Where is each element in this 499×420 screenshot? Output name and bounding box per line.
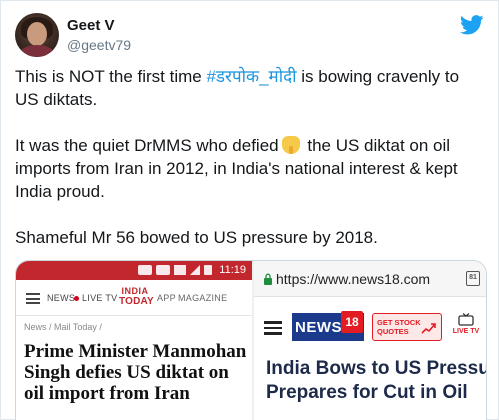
phone-status-bar: 11:19 xyxy=(16,261,252,280)
breadcrumb: News / Mail Today / xyxy=(24,322,102,332)
chart-up-icon xyxy=(421,323,436,334)
status-icons xyxy=(132,265,212,276)
menu-icon xyxy=(26,293,40,304)
live-dot-icon xyxy=(74,296,79,301)
url-text: https://www.news18.com xyxy=(276,271,431,287)
menu-icon xyxy=(264,321,282,335)
tweet-card: Geet V @geetv79 This is NOT the first ti… xyxy=(0,0,499,420)
nav-magazine: MAGAZINE xyxy=(178,293,228,303)
news18-headline: India Bows to US Pressure, Prepares for … xyxy=(266,357,486,405)
india-today-nav: NEWS LIVE TV INDIA TODAY APP MAGAZINE xyxy=(16,280,252,316)
logo-number: 18 xyxy=(341,311,363,333)
tabs-count-icon: 81 xyxy=(466,271,480,286)
nav-news: NEWS xyxy=(47,293,76,303)
notification-icon xyxy=(138,265,152,275)
stock-quotes-button: GET STOCK QUOTES xyxy=(372,313,442,341)
hashtag-link[interactable]: #डरपोक_मोदी xyxy=(206,67,296,86)
news18-nav: NEWS 18 GET STOCK QUOTES LIVE TV xyxy=(254,307,486,347)
battery-icon xyxy=(204,265,212,275)
status-time: 11:19 xyxy=(219,264,246,276)
india-today-headline: Prime Minister Manmohan Singh defies US … xyxy=(24,341,247,404)
logo-text: NEWS xyxy=(295,319,342,336)
tweet-paragraph-1: This is NOT the first time #डरपोक_मोदी i… xyxy=(15,65,487,111)
tweet-text-segment: This is NOT the first time xyxy=(15,67,207,86)
logo-line-1: INDIA xyxy=(121,286,149,296)
twitter-bird-icon[interactable] xyxy=(460,15,484,35)
signal-icon xyxy=(190,265,200,275)
tweet-paragraph-2: It was the quiet DrMMS who defied the US… xyxy=(15,134,487,203)
live-tv-link: LIVE TV xyxy=(450,313,482,343)
stock-quotes-label: GET STOCK QUOTES xyxy=(377,318,421,336)
tweet-paragraph-3: Shameful Mr 56 bowed to US pressure by 2… xyxy=(15,228,378,247)
tweet-media[interactable]: 11:19 NEWS LIVE TV INDIA TODAY APP MAGAZ… xyxy=(15,260,487,420)
logo-line-2: TODAY xyxy=(119,296,154,307)
tweet-body: This is NOT the first time #डरपोक_मोदी i… xyxy=(15,65,487,249)
user-avatar[interactable] xyxy=(15,13,59,57)
live-tv-label: LIVE TV xyxy=(452,328,480,335)
nav-live-tv: LIVE TV xyxy=(82,293,118,303)
user-display-name[interactable]: Geet V xyxy=(67,17,115,34)
backhand-index-pointing-down-icon xyxy=(281,136,300,154)
avatar-shoulders xyxy=(19,45,55,57)
tweet-text-segment: It was the quiet DrMMS who defied xyxy=(15,136,279,155)
tweet-header: Geet V @geetv79 xyxy=(15,13,486,59)
news18-headline-line-2: Prepares for Cut in Oil xyxy=(266,382,468,403)
lock-icon xyxy=(264,273,272,285)
volte-icon xyxy=(156,265,170,275)
media-image-india-today[interactable]: 11:19 NEWS LIVE TV INDIA TODAY APP MAGAZ… xyxy=(16,261,252,420)
browser-url-bar: https://www.news18.com 81 xyxy=(254,261,486,297)
nav-app: APP xyxy=(157,293,176,303)
india-today-logo: INDIA TODAY xyxy=(119,286,154,312)
user-handle[interactable]: @geetv79 xyxy=(67,37,131,53)
lte-icon xyxy=(174,265,186,275)
tv-icon xyxy=(458,313,474,326)
avatar-face xyxy=(27,22,47,46)
media-image-news18[interactable]: https://www.news18.com 81 NEWS 18 GET ST… xyxy=(254,261,486,420)
news18-logo: NEWS 18 xyxy=(292,311,364,341)
news18-headline-line-1: India Bows to US Pressure, xyxy=(266,358,486,379)
